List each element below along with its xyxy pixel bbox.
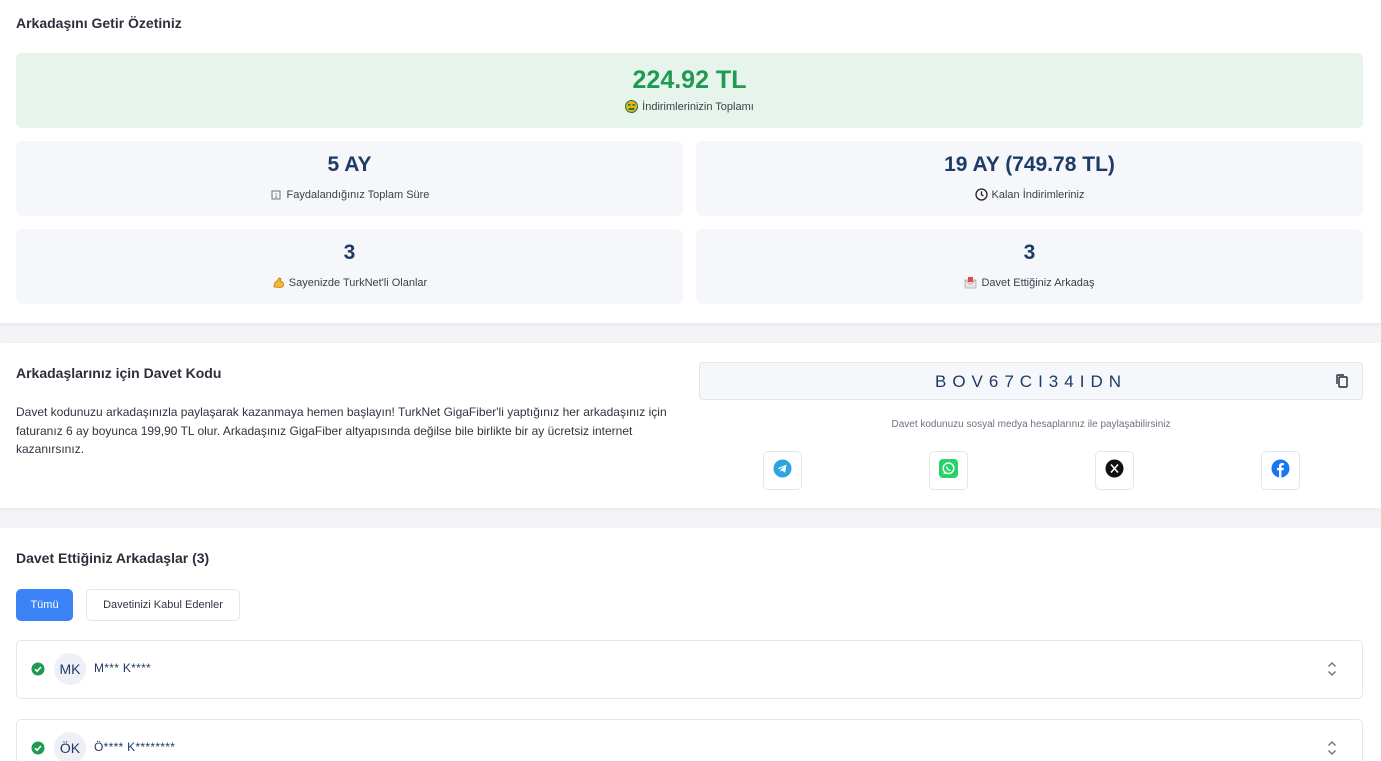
tab-accepted[interactable]: Davetinizi Kabul Edenler bbox=[86, 589, 240, 621]
total-discount-value: 224.92 TL bbox=[632, 66, 747, 94]
invite-code: BOV67CI34IDN bbox=[935, 372, 1127, 391]
friend-row[interactable]: ÖK Ö**** K******** bbox=[16, 719, 1363, 761]
remaining-discounts-card: 19 AY (749.78 TL) Kalan İndirimleriniz bbox=[696, 141, 1363, 216]
avatar: ÖK bbox=[54, 732, 86, 761]
total-duration-value: 5 AY bbox=[327, 153, 372, 176]
whatsapp-icon bbox=[939, 458, 958, 483]
expand-icon[interactable] bbox=[1326, 739, 1338, 757]
joined-thanks-to-you-value: 3 bbox=[343, 241, 356, 264]
invite-code-title: Arkadaşlarınız için Davet Kodu bbox=[16, 365, 222, 381]
calendar-icon: 1 bbox=[270, 188, 283, 201]
check-circle-icon bbox=[31, 741, 45, 755]
expand-icon[interactable] bbox=[1326, 660, 1338, 678]
total-duration-card: 5 AY 1 Faydalandığınız Toplam Süre bbox=[16, 141, 683, 216]
svg-text:1: 1 bbox=[274, 193, 278, 200]
share-hint: Davet kodunuzu sosyal medya hesaplarınız… bbox=[891, 419, 1171, 430]
invited-friends-card: 3 Davet Ettiğiniz Arkadaş bbox=[696, 229, 1363, 304]
total-discount-card: 224.92 TL İndirimlerinizin Toplamı bbox=[16, 53, 1363, 128]
total-duration-label: Faydalandığınız Toplam Süre bbox=[286, 188, 430, 201]
flexed-arm-icon bbox=[272, 276, 285, 289]
friend-row[interactable]: MK M*** K**** bbox=[16, 640, 1363, 699]
remaining-discounts-label: Kalan İndirimleriniz bbox=[991, 188, 1085, 201]
joined-thanks-to-you-card: 3 Sayenizde TurkNet'li Olanlar bbox=[16, 229, 683, 304]
joined-thanks-to-you-label: Sayenizde TurkNet'li Olanlar bbox=[288, 276, 428, 289]
remaining-discounts-value: 19 AY (749.78 TL) bbox=[944, 153, 1115, 176]
invited-friends-section: Davet Ettiğiniz Arkadaşlar (3) Tümü Dave… bbox=[0, 528, 1381, 761]
money-face-icon bbox=[625, 100, 639, 113]
tab-all[interactable]: Tümü bbox=[16, 589, 73, 621]
envelope-icon bbox=[964, 276, 977, 289]
friend-name: Ö**** K******** bbox=[94, 740, 176, 754]
invite-code-section: Arkadaşlarınız için Davet Kodu Davet kod… bbox=[0, 343, 1381, 508]
telegram-icon bbox=[773, 459, 792, 483]
x-icon bbox=[1105, 459, 1124, 483]
clock-icon bbox=[974, 188, 988, 201]
invited-friends-label: Davet Ettiğiniz Arkadaş bbox=[981, 276, 1095, 289]
friend-name: M*** K**** bbox=[94, 661, 152, 675]
copy-icon[interactable] bbox=[1334, 373, 1350, 389]
total-discount-label: İndirimlerinizin Toplamı bbox=[642, 100, 754, 113]
share-x-button[interactable] bbox=[1095, 451, 1134, 490]
share-telegram-button[interactable] bbox=[763, 451, 802, 490]
facebook-icon bbox=[1271, 459, 1290, 483]
share-facebook-button[interactable] bbox=[1261, 451, 1300, 490]
avatar: MK bbox=[54, 653, 86, 685]
invite-code-box: BOV67CI34IDN bbox=[699, 362, 1363, 400]
invite-description: Davet kodunuzu arkadaşınızla paylaşarak … bbox=[16, 405, 667, 456]
share-whatsapp-button[interactable] bbox=[929, 451, 968, 490]
summary-section: Arkadaşını Getir Özetiniz 224.92 TL İndi… bbox=[0, 0, 1381, 323]
check-circle-icon bbox=[31, 662, 45, 676]
invited-friends-value: 3 bbox=[1023, 241, 1036, 264]
summary-title: Arkadaşını Getir Özetiniz bbox=[16, 15, 182, 31]
invited-friends-title: Davet Ettiğiniz Arkadaşlar (3) bbox=[16, 550, 210, 566]
